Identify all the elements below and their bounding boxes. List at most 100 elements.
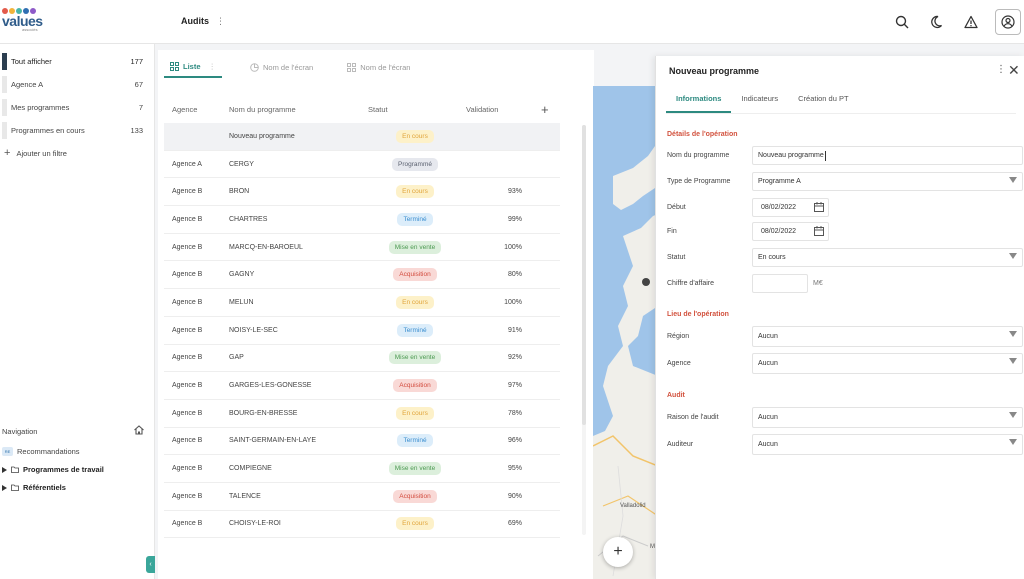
cell-programme: BRON xyxy=(229,188,250,196)
raison-select[interactable]: Aucun xyxy=(752,407,1023,428)
table-row[interactable]: Agence B CHARTRES Terminé 99% xyxy=(164,206,560,234)
region-select[interactable]: Aucun xyxy=(752,326,1023,347)
tab-label: Nom de l'écran xyxy=(263,62,314,72)
filter-programmes-en-cours[interactable]: Programmes en cours 133 xyxy=(2,122,147,139)
tab-indicateurs[interactable]: Indicateurs xyxy=(731,88,788,113)
calendar-icon[interactable] xyxy=(814,202,824,212)
cell-validation: 100% xyxy=(504,298,522,306)
nom-value: Nouveau programme xyxy=(758,152,824,159)
programmes-table: Agence Nom du programme Statut Validatio… xyxy=(164,95,560,539)
logo-text: values xyxy=(2,13,43,29)
cell-programme: SAINT-GERMAIN-EN-LAYE xyxy=(229,437,316,445)
table-row[interactable]: Agence B GAP Mise en vente 92% xyxy=(164,345,560,373)
table-row[interactable]: Agence B MELUN En cours 100% xyxy=(164,289,560,317)
title-kebab-icon[interactable]: ⋮ xyxy=(216,16,225,27)
close-icon[interactable]: ✕ xyxy=(1008,62,1020,79)
table-row[interactable]: Agence B SAINT-GERMAIN-EN-LAYE Terminé 96% xyxy=(164,428,560,456)
cell-validation: 93% xyxy=(507,188,522,196)
table-row[interactable]: Agence B GARGES-LES-GONESSE Acquisition 97% xyxy=(164,372,560,400)
chevron-down-icon xyxy=(1009,358,1017,364)
tab-liste[interactable]: Liste ⋮ xyxy=(164,56,223,78)
tab-ecran-1[interactable]: Nom de l'écran xyxy=(244,56,319,78)
nav-item-label: Référentiels xyxy=(23,483,66,492)
cell-programme: CHARTRES xyxy=(229,215,268,223)
map-label-valladolid: Valladolid xyxy=(620,503,646,509)
nav-item-recommandations[interactable]: RE Recommandations xyxy=(2,447,80,456)
agence-select[interactable]: Aucun xyxy=(752,353,1023,374)
column-header-programme[interactable]: Nom du programme xyxy=(221,105,364,114)
cell-programme: COMPIEGNE xyxy=(229,465,272,473)
scrollbar-thumb[interactable] xyxy=(582,125,586,425)
filter-label: Programmes en cours xyxy=(11,126,85,135)
column-header-statut[interactable]: Statut xyxy=(364,105,466,114)
cell-programme: GAP xyxy=(229,354,244,362)
auditeur-value: Aucun xyxy=(758,441,778,448)
ca-field[interactable] xyxy=(752,274,808,293)
table-row[interactable]: Nouveau programme En cours xyxy=(164,123,560,151)
region-value: Aucun xyxy=(758,333,778,340)
cell-statut: En cours xyxy=(364,185,466,199)
search-icon[interactable] xyxy=(892,12,912,32)
alert-icon[interactable] xyxy=(961,12,981,32)
add-filter-button[interactable]: + Ajouter un filtre xyxy=(4,147,67,159)
table-row[interactable]: Agence B BRON En cours 93% xyxy=(164,178,560,207)
table-row[interactable]: Agence B COMPIEGNE Mise en vente 95% xyxy=(164,455,560,483)
nav-item-programmes-de-travail[interactable]: Programmes de travail xyxy=(2,465,104,474)
home-icon[interactable] xyxy=(133,424,145,436)
column-header-validation[interactable]: Validation xyxy=(466,105,528,114)
view-tabs: Liste ⋮ Nom de l'écran Nom de l'écran xyxy=(164,56,438,78)
nom-field[interactable]: Nouveau programme xyxy=(752,146,1023,165)
filter-marker xyxy=(2,122,7,139)
add-column-button[interactable]: + xyxy=(541,102,549,117)
filter-mes-programmes[interactable]: Mes programmes 7 xyxy=(2,99,147,116)
table-row[interactable]: Agence B GAGNY Acquisition 80% xyxy=(164,261,560,290)
filter-agence-a[interactable]: Agence A 67 xyxy=(2,76,147,93)
cell-programme: GARGES-LES-GONESSE xyxy=(229,382,312,390)
table-row[interactable]: Agence B MARCQ-EN-BAROEUL Mise en vente 100… xyxy=(164,234,560,262)
tab-kebab-icon[interactable]: ⋮ xyxy=(209,62,217,71)
triangle-right-icon xyxy=(2,466,7,473)
cell-programme: TALENCE xyxy=(229,492,261,500)
tab-ecran-2[interactable]: Nom de l'écran xyxy=(341,56,416,78)
status-badge: Mise en vente xyxy=(388,351,442,365)
calendar-icon[interactable] xyxy=(814,226,824,236)
panel-menu-icon[interactable]: ⋮ xyxy=(996,64,1006,75)
user-account-icon[interactable] xyxy=(995,9,1021,35)
column-header-agence[interactable]: Agence xyxy=(164,105,221,114)
cell-statut: Terminé xyxy=(364,323,466,337)
auditeur-select[interactable]: Aucun xyxy=(752,434,1023,455)
table-row[interactable]: Agence B BOURG-EN-BRESSE En cours 78% xyxy=(164,400,560,428)
ca-label: Chiffre d'affaire xyxy=(667,280,714,287)
status-badge: Terminé xyxy=(397,212,433,226)
nav-item-label: Programmes de travail xyxy=(23,465,104,474)
debut-date-field[interactable]: 08/02/2022 xyxy=(752,198,829,217)
chevron-down-icon xyxy=(1009,253,1017,259)
type-select[interactable]: Programme A xyxy=(752,172,1023,191)
navigation-title: Navigation xyxy=(2,427,38,436)
logo-subtitle: associés xyxy=(22,27,38,32)
tab-label: Liste xyxy=(183,61,201,71)
cell-agence: Agence B xyxy=(172,437,203,445)
dark-mode-icon[interactable] xyxy=(926,12,946,32)
table-row[interactable]: Agence A CERGY Programmé xyxy=(164,151,560,179)
statut-select[interactable]: En cours xyxy=(752,248,1023,267)
table-row[interactable]: Agence B TALENCE Acquisition 90% xyxy=(164,483,560,511)
filter-tout-afficher[interactable]: Tout afficher 177 xyxy=(2,53,147,70)
map-add-button[interactable]: + xyxy=(603,537,633,567)
cell-statut: Mise en vente xyxy=(364,240,466,254)
collapse-sidebar-button[interactable]: ‹ xyxy=(146,556,155,573)
status-badge: Acquisition xyxy=(393,379,437,393)
nav-item-referentiels[interactable]: Référentiels xyxy=(2,483,66,492)
filter-marker xyxy=(2,99,7,116)
grid-icon xyxy=(347,62,357,72)
tab-creation-pt[interactable]: Création du PT xyxy=(788,88,858,113)
table-row[interactable]: Agence B NOISY-LE-SEC Terminé 91% xyxy=(164,317,560,345)
logo[interactable]: values associés xyxy=(2,8,52,38)
filter-label: Agence A xyxy=(11,80,44,89)
tab-informations[interactable]: Informations xyxy=(666,88,732,113)
recommandations-icon: RE xyxy=(2,447,13,456)
chevron-down-icon xyxy=(1009,177,1017,183)
table-row[interactable]: Agence B CHOISY-LE-ROI En cours 69% xyxy=(164,511,560,539)
fin-date-field[interactable]: 08/02/2022 xyxy=(752,222,829,241)
folder-icon xyxy=(11,466,19,473)
